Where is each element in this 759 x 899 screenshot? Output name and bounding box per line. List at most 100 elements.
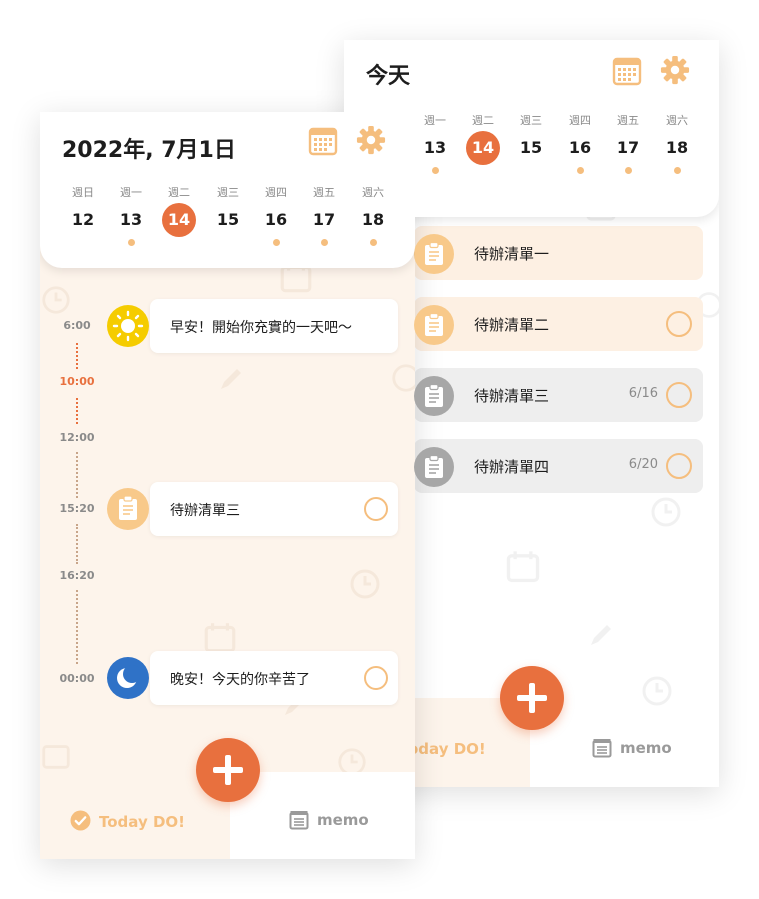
calendar-icon[interactable] <box>308 126 338 156</box>
timeline-connector <box>76 343 78 369</box>
todo-list-item[interactable]: 待辦清單二 <box>414 297 703 351</box>
clipboard-icon <box>414 305 454 345</box>
timeline-time: 6:00 <box>63 319 91 332</box>
timeline-connector <box>76 452 78 498</box>
event-dot <box>127 239 135 246</box>
day-number: 16 <box>264 210 288 229</box>
day-name: 週一 <box>120 186 142 199</box>
todo-checkbox[interactable] <box>666 453 692 479</box>
timeline-event-todo[interactable]: 待辦清單三 <box>150 482 398 536</box>
timeline-time: 00:00 <box>59 672 95 685</box>
todo-label: 待辦清單四 <box>474 458 550 476</box>
todo-checkbox[interactable] <box>666 311 692 337</box>
add-button[interactable] <box>500 666 564 730</box>
event-dot <box>624 167 632 174</box>
page-title: 2022年, 7月1日 <box>62 138 236 163</box>
clipboard-icon <box>414 234 454 274</box>
timeline-connector <box>76 524 78 564</box>
day-sat[interactable]: 週六 18 <box>349 186 397 246</box>
timeline-time: 15:20 <box>59 502 95 515</box>
day-name: 週五 <box>617 114 639 127</box>
background-calendar-icon <box>506 551 540 583</box>
day-number-selected: 14 <box>466 131 500 165</box>
front-phone-screen: 2022年, 7月1日 週日 12 週一 13 週二 14 週三 15 週四 1… <box>40 112 415 859</box>
todo-list-item[interactable]: 待辦清單三 6/16 <box>414 368 703 422</box>
day-number: 15 <box>216 210 240 229</box>
tab-memo[interactable]: memo <box>620 739 672 757</box>
calendar-icon[interactable] <box>612 56 642 86</box>
day-thu[interactable]: 週四 16 <box>556 114 604 174</box>
day-mon[interactable]: 週一 13 <box>411 114 459 174</box>
timeline-current-time: 10:00 <box>59 375 95 388</box>
background-clock-icon <box>642 676 672 706</box>
memo-icon <box>289 811 309 830</box>
event-dot <box>576 167 584 174</box>
front-header: 2022年, 7月1日 週日 12 週一 13 週二 14 週三 15 週四 1… <box>40 112 415 268</box>
day-fri[interactable]: 週五 17 <box>300 186 348 246</box>
memo-icon <box>592 739 612 758</box>
promo-canvas: 今天 週一 13 週二 14 週三 15 週四 16 週五 17 週六 18 待… <box>0 0 759 899</box>
timeline-time: 16:20 <box>59 569 95 582</box>
day-number: 18 <box>665 138 689 157</box>
day-mon[interactable]: 週一 13 <box>107 186 155 246</box>
day-wed[interactable]: 週三 15 <box>507 114 555 165</box>
day-number: 13 <box>119 210 143 229</box>
todo-label: 待辦清單一 <box>474 245 550 263</box>
day-number: 16 <box>568 138 592 157</box>
day-number: 12 <box>71 210 95 229</box>
add-button[interactable] <box>196 738 260 802</box>
day-name: 週二 <box>168 186 190 199</box>
todo-label: 待辦清單二 <box>474 316 550 334</box>
timeline-event-morning[interactable]: 早安！開始你充實的一天吧～ <box>150 299 398 353</box>
tab-today-do[interactable]: oday DO! <box>408 740 486 758</box>
timeline-event-night[interactable]: 晚安！今天的你辛苦了 <box>150 651 398 705</box>
background-clock-icon <box>392 364 415 392</box>
clipboard-icon <box>107 488 149 530</box>
event-dot <box>320 239 328 246</box>
event-dot <box>369 239 377 246</box>
todo-list-item[interactable]: 待辦清單四 6/20 <box>414 439 703 493</box>
day-fri[interactable]: 週五 17 <box>604 114 652 174</box>
background-calendar-icon <box>42 745 70 769</box>
timeline-time: 12:00 <box>59 431 95 444</box>
day-name: 週二 <box>472 114 494 127</box>
day-sun[interactable]: 週日 12 <box>59 186 107 237</box>
day-name: 週四 <box>569 114 591 127</box>
day-thu[interactable]: 週四 16 <box>252 186 300 246</box>
background-pencil-icon <box>221 369 241 389</box>
tab-today-do[interactable]: Today DO! <box>99 813 185 831</box>
day-number: 17 <box>312 210 336 229</box>
day-number-selected: 14 <box>162 203 196 237</box>
gear-icon[interactable] <box>660 55 690 85</box>
day-number: 13 <box>423 138 447 157</box>
todo-progress-count: 6/20 <box>628 457 658 472</box>
day-name: 週六 <box>362 186 384 199</box>
day-name: 週五 <box>313 186 335 199</box>
event-label: 晚安！今天的你辛苦了 <box>170 672 310 688</box>
event-checkbox[interactable] <box>364 666 388 690</box>
tab-memo[interactable]: memo <box>317 811 369 829</box>
event-label: 早安！開始你充實的一天吧～ <box>170 320 352 336</box>
event-checkbox[interactable] <box>364 497 388 521</box>
background-clock-icon <box>42 286 70 314</box>
gear-icon[interactable] <box>356 125 386 155</box>
sun-icon <box>107 305 149 347</box>
event-dot <box>673 167 681 174</box>
day-number: 17 <box>616 138 640 157</box>
day-number: 15 <box>519 138 543 157</box>
todo-list-item[interactable]: 待辦清單一 <box>414 226 703 280</box>
day-name: 週三 <box>217 186 239 199</box>
timeline-connector <box>76 398 78 424</box>
day-name: 週三 <box>520 114 542 127</box>
todo-label: 待辦清單三 <box>474 387 550 405</box>
event-dot <box>272 239 280 246</box>
day-wed[interactable]: 週三 15 <box>204 186 252 237</box>
check-circle-icon <box>70 810 91 831</box>
day-tue[interactable]: 週二 14 <box>459 114 507 165</box>
day-tue[interactable]: 週二 14 <box>155 186 203 237</box>
day-sat[interactable]: 週六 18 <box>653 114 701 174</box>
page-title: 今天 <box>366 64 411 89</box>
day-name: 週日 <box>72 186 94 199</box>
day-number: 18 <box>361 210 385 229</box>
todo-checkbox[interactable] <box>666 382 692 408</box>
